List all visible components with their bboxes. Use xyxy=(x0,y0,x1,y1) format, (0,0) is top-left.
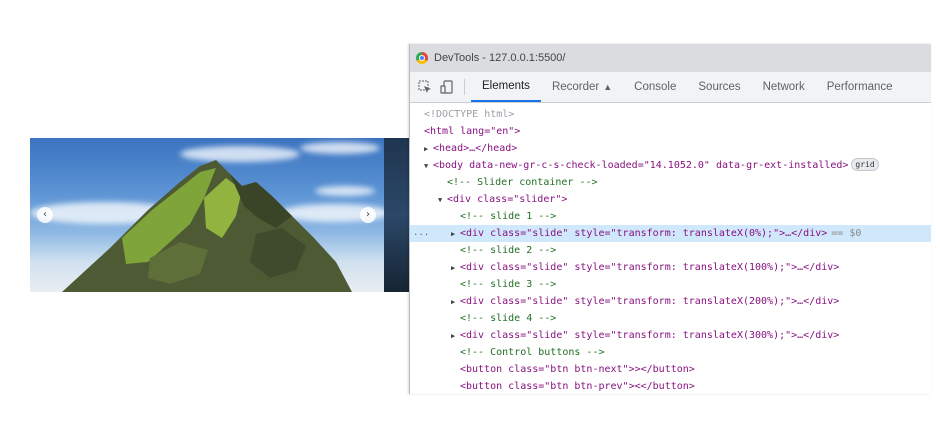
dom-node-body[interactable]: ▼ <body data-new-gr-c-s-check-loaded="14.… xyxy=(410,157,931,174)
dom-node-slide1-selected[interactable]: ... ▶ <div class="slide" style="transform… xyxy=(410,225,931,242)
dom-node-slide3[interactable]: ▶ <div class="slide" style="transform: tr… xyxy=(410,293,931,310)
toolbar-divider xyxy=(464,79,465,95)
dom-node-html[interactable]: <html lang="en"> xyxy=(410,123,931,140)
expand-triangle-icon[interactable]: ▶ xyxy=(451,226,460,243)
dom-node-btn-next[interactable]: <button class="btn btn-next">></button> xyxy=(410,361,931,378)
slider-preview: ‹ › xyxy=(30,138,412,292)
tab-elements[interactable]: Elements xyxy=(471,72,541,102)
cursor-select-icon[interactable] xyxy=(414,72,436,102)
devtools-titlebar: DevTools - 127.0.0.1:5500/ xyxy=(410,44,931,72)
grid-badge[interactable]: grid xyxy=(851,158,879,171)
collapse-triangle-icon[interactable]: ▼ xyxy=(438,192,447,209)
dom-tree: <!DOCTYPE html> <html lang="en"> ▶ <head>… xyxy=(410,103,931,394)
chrome-icon xyxy=(416,52,428,64)
tab-sources[interactable]: Sources xyxy=(687,72,751,102)
dom-node-slide2[interactable]: ▶ <div class="slide" style="transform: tr… xyxy=(410,259,931,276)
dom-node-head[interactable]: ▶ <head>…</head> xyxy=(410,140,931,157)
tab-recorder[interactable]: Recorder ▲ xyxy=(541,72,623,102)
flask-icon: ▲ xyxy=(603,82,613,92)
slider-prev-button[interactable]: ‹ xyxy=(37,207,53,223)
expand-triangle-icon[interactable]: ▶ xyxy=(451,260,460,277)
dom-node-slide4[interactable]: ▶ <div class="slide" style="transform: tr… xyxy=(410,327,931,344)
dom-comment-controls[interactable]: <!-- Control buttons --> xyxy=(410,344,931,361)
expand-triangle-icon[interactable]: ▶ xyxy=(424,141,433,158)
devtools-tabbar: Elements Recorder ▲ Console Sources Netwo… xyxy=(410,72,931,103)
window-title: DevTools - 127.0.0.1:5500/ xyxy=(434,52,566,64)
dom-comment-slider[interactable]: <!-- Slider container --> xyxy=(410,174,931,191)
dom-node-btn-prev[interactable]: <button class="btn btn-prev"><</button> xyxy=(410,378,931,394)
dom-comment-slide2[interactable]: <!-- slide 2 --> xyxy=(410,242,931,259)
mountain-slide-image xyxy=(30,138,390,292)
dom-node-doctype[interactable]: <!DOCTYPE html> xyxy=(410,106,931,123)
collapse-triangle-icon[interactable]: ▼ xyxy=(424,158,433,175)
slider-next-button[interactable]: › xyxy=(360,207,376,223)
mountain-illustration xyxy=(62,160,352,292)
dom-comment-slide4[interactable]: <!-- slide 4 --> xyxy=(410,310,931,327)
dom-comment-slide1[interactable]: <!-- slide 1 --> xyxy=(410,208,931,225)
device-toggle-icon[interactable] xyxy=(436,72,458,102)
gutter-ellipsis[interactable]: ... xyxy=(413,225,429,242)
tab-network[interactable]: Network xyxy=(752,72,816,102)
next-slide-peek xyxy=(384,138,412,292)
devtools-window: DevTools - 127.0.0.1:5500/ Elements Reco… xyxy=(409,44,931,394)
dom-node-slider[interactable]: ▼ <div class="slider"> xyxy=(410,191,931,208)
expand-triangle-icon[interactable]: ▶ xyxy=(451,328,460,345)
tab-console[interactable]: Console xyxy=(623,72,687,102)
tab-performance[interactable]: Performance xyxy=(816,72,904,102)
dom-comment-slide3[interactable]: <!-- slide 3 --> xyxy=(410,276,931,293)
expand-triangle-icon[interactable]: ▶ xyxy=(451,294,460,311)
selected-node-marker: == $0 xyxy=(831,228,862,239)
